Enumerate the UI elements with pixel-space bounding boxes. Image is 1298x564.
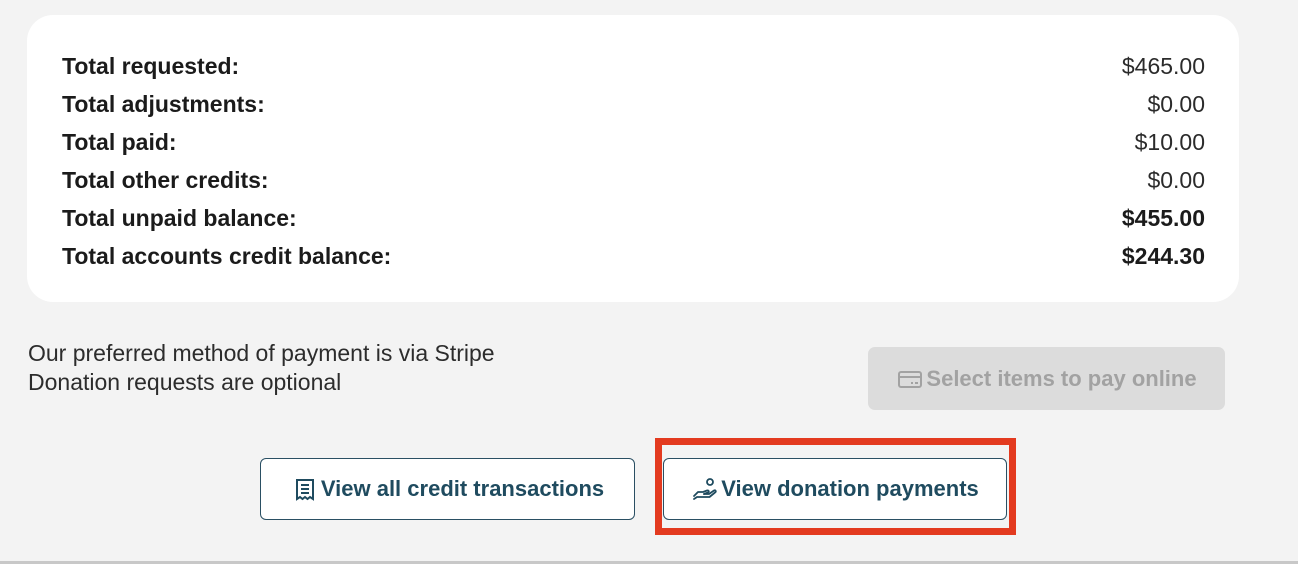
summary-label: Total adjustments:	[62, 91, 265, 117]
summary-value: $465.00	[1121, 53, 1205, 79]
pay-online-button[interactable]: Select items to pay online	[868, 347, 1225, 410]
view-credit-transactions-label: View all credit transactions	[320, 476, 605, 501]
summary-value: $10.00	[1134, 129, 1205, 155]
page: Total requested: $465.00 Total adjustmen…	[0, 0, 1298, 564]
summary-row-total-credit-balance: Total accounts credit balance: $244.30	[62, 237, 1205, 275]
summary-row-total-other-credits: Total other credits: $0.00	[62, 161, 1205, 199]
account-summary-card: Total requested: $465.00 Total adjustmen…	[27, 15, 1239, 302]
view-donation-payments-button[interactable]: View donation payments	[663, 458, 1007, 520]
summary-value: $0.00	[1147, 167, 1205, 193]
payment-note-line-1: Our preferred method of payment is via S…	[28, 340, 495, 366]
pay-online-label: Select items to pay online	[926, 365, 1197, 391]
hand-coin-icon	[691, 475, 719, 503]
payment-note: Our preferred method of payment is via S…	[28, 339, 495, 397]
summary-row-total-paid: Total paid: $10.00	[62, 123, 1205, 161]
summary-row-total-adjustments: Total adjustments: $0.00	[62, 85, 1205, 123]
view-donation-payments-label: View donation payments	[721, 476, 979, 501]
summary-row-total-requested: Total requested: $465.00	[62, 47, 1205, 85]
summary-label: Total other credits:	[62, 167, 269, 193]
summary-value: $0.00	[1147, 91, 1205, 117]
summary-label: Total requested:	[62, 53, 240, 79]
summary-value: $455.00	[1121, 205, 1205, 231]
credit-card-icon	[896, 365, 924, 393]
summary-row-total-unpaid-balance: Total unpaid balance: $455.00	[62, 199, 1205, 237]
summary-label: Total accounts credit balance:	[62, 243, 392, 269]
summary-label: Total paid:	[62, 129, 177, 155]
summary-value: $244.30	[1121, 243, 1205, 269]
summary-label: Total unpaid balance:	[62, 205, 297, 231]
receipt-icon	[291, 475, 319, 503]
view-credit-transactions-button[interactable]: View all credit transactions	[260, 458, 635, 520]
payment-note-line-2: Donation requests are optional	[28, 369, 342, 395]
